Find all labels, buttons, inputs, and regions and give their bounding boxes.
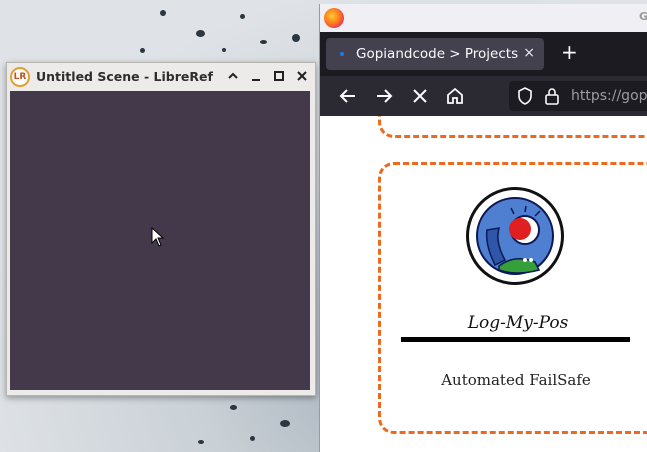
libreref-window[interactable]: LR Untitled Scene - LibreRef (	[6, 62, 316, 396]
browser-window[interactable]: G Gopiandcode > Projects × + https://gop…	[319, 4, 647, 452]
splatter	[196, 30, 205, 37]
splatter	[160, 10, 166, 16]
forward-arrow-icon[interactable]	[374, 86, 394, 106]
close-icon[interactable]	[293, 67, 311, 85]
page-content: Log-My-Pos Automated FailSafe	[320, 116, 647, 452]
tab-loading-icon	[340, 52, 344, 56]
splatter	[260, 40, 267, 44]
tab-projects[interactable]: Gopiandcode > Projects ×	[326, 38, 544, 70]
tab-close-icon[interactable]: ×	[523, 45, 535, 61]
project-description: Automated FailSafe	[441, 371, 591, 389]
tab-strip: Gopiandcode > Projects × +	[320, 32, 647, 76]
tab-title: Gopiandcode > Projects	[356, 46, 519, 62]
project-card[interactable]: Log-My-Pos Automated FailSafe	[378, 162, 647, 434]
libreref-canvas[interactable]	[10, 91, 310, 390]
url-text[interactable]: https://gop	[571, 88, 647, 104]
maximize-icon[interactable]	[270, 67, 288, 85]
splatter	[198, 440, 204, 444]
splatter	[230, 405, 237, 410]
browser-window-title: G	[638, 10, 647, 23]
splatter	[250, 436, 255, 441]
new-tab-button[interactable]: +	[561, 42, 578, 62]
home-icon[interactable]	[445, 86, 465, 106]
navigation-toolbar: https://gop	[320, 76, 647, 116]
eye-mascot-icon	[476, 197, 554, 275]
libreref-titlebar[interactable]: LR Untitled Scene - LibreRef (	[7, 63, 315, 90]
project-name[interactable]: Log-My-Pos	[463, 313, 573, 333]
url-bar[interactable]: https://gop	[509, 81, 647, 111]
project-divider	[401, 337, 630, 342]
splatter	[240, 14, 245, 19]
splatter	[280, 420, 290, 427]
firefox-logo-icon	[324, 8, 344, 28]
lock-icon[interactable]	[545, 87, 559, 105]
libreref-window-title: Untitled Scene - LibreRef (	[36, 69, 216, 84]
minimize-icon[interactable]	[247, 67, 265, 85]
project-logo	[466, 187, 564, 285]
chevron-up-icon[interactable]	[224, 67, 242, 85]
libreref-app-icon: LR	[10, 66, 30, 87]
mouse-cursor-icon	[151, 227, 165, 247]
project-card-previous[interactable]	[378, 116, 647, 138]
splatter	[222, 48, 226, 52]
stop-loading-icon[interactable]	[410, 86, 430, 106]
browser-top-strip: G	[320, 4, 647, 32]
back-arrow-icon[interactable]	[338, 86, 358, 106]
splatter	[292, 34, 300, 42]
shield-icon[interactable]	[517, 87, 533, 105]
splatter	[140, 48, 145, 53]
